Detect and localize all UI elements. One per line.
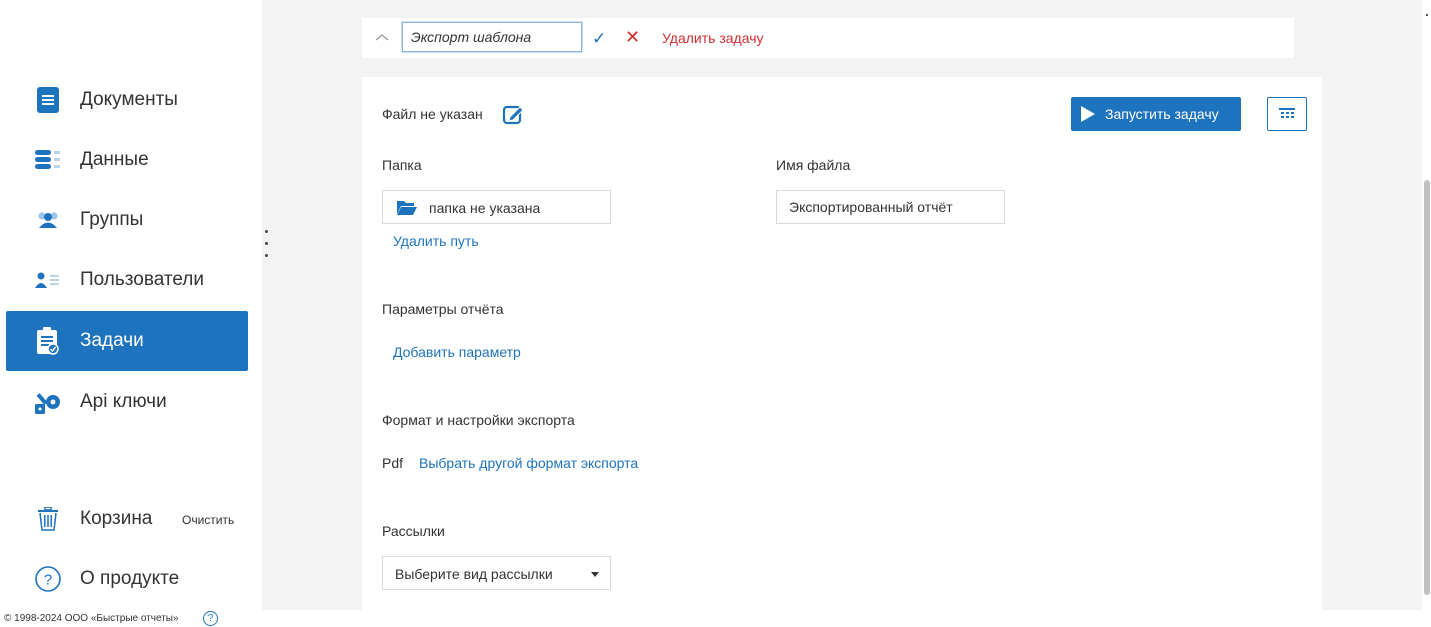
filename-label: Имя файла [776,157,851,173]
edit-icon[interactable] [502,103,524,125]
document-icon [34,86,62,114]
sidebar-item-label: Группы [80,209,144,230]
help-icon[interactable]: ? [203,611,218,626]
task-name-input[interactable] [402,22,582,52]
layout-icon [1279,108,1295,118]
filename-input[interactable] [776,190,1005,224]
delete-task-link[interactable]: Удалить задачу [662,30,764,46]
export-format: Pdf [382,455,404,471]
cancel-icon[interactable]: ✕ [625,27,640,48]
sidebar-item-tasks[interactable]: Задачи [6,311,248,371]
splitter-area [262,0,362,610]
sidebar-item-label: Задачи [80,330,144,351]
groups-icon [34,206,62,234]
play-icon [1081,106,1095,122]
view-options-button[interactable] [1267,97,1307,131]
question-icon: ? [34,565,62,593]
sidebar-item-label: Данные [80,149,149,170]
sidebar-item-data[interactable]: Данные [6,130,248,190]
change-format-link[interactable]: Выбрать другой формат экспорта [419,455,638,471]
caret-down-icon [591,572,599,577]
sidebar-item-label: О продукте [80,568,180,589]
sidebar-item-documents[interactable]: Документы [6,70,248,130]
file-status: Файл не указан [382,106,483,122]
confirm-icon[interactable]: ✓ [592,29,606,49]
sidebar-item-api-keys[interactable]: Api ключи [6,372,248,432]
svg-text:?: ? [44,572,52,589]
sidebar-item-users[interactable]: Пользователи [6,250,248,310]
window-edge-mark [1426,14,1428,16]
mailing-select[interactable]: Выберите вид рассылки [382,556,611,590]
folder-icon [397,201,417,215]
run-task-button[interactable]: Запустить задачу [1071,97,1241,131]
add-param-link[interactable]: Добавить параметр [393,344,521,360]
folder-label: Папка [382,157,422,173]
database-icon [34,146,62,174]
remove-path-link[interactable]: Удалить путь [393,233,479,249]
users-icon [34,266,62,294]
sidebar-item-label: Корзина [80,508,153,529]
folder-picker[interactable]: папка не указана [382,190,611,224]
chevron-up-icon[interactable] [374,31,390,43]
sidebar: Документы Данные Группы Пользователи Зад… [0,0,260,610]
footer: © 1998-2024 ООО «Быстрые отчеты» ? [0,610,1431,627]
api-key-icon [34,388,62,416]
export-settings-label: Формат и настройки экспорта [382,412,575,428]
sidebar-item-about[interactable]: ? О продукте [6,549,248,609]
sidebar-item-label: Документы [80,89,178,110]
sidebar-item-label: Пользователи [80,269,205,290]
sidebar-item-groups[interactable]: Группы [6,190,248,250]
mailing-label: Рассылки [382,523,445,539]
report-params-label: Параметры отчёта [382,301,504,317]
scrollbar-thumb[interactable] [1424,180,1430,595]
sidebar-item-label: Api ключи [80,391,167,412]
tasks-icon [34,327,62,355]
trash-icon [34,505,62,533]
resize-handle[interactable] [265,230,271,266]
copyright: © 1998-2024 ООО «Быстрые отчеты» [4,613,179,624]
clear-trash-link[interactable]: Очистить [182,513,234,527]
